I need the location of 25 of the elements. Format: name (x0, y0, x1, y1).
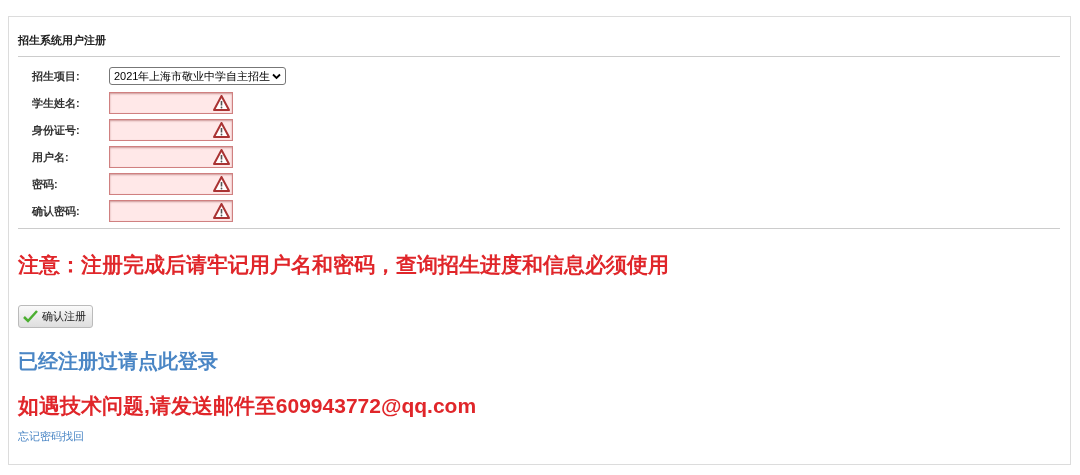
warning-icon (213, 176, 230, 192)
checkmark-icon (23, 309, 38, 323)
form-title: 招生系统用户注册 (18, 33, 106, 48)
forgot-password-link[interactable]: 忘记密码找回 (18, 430, 84, 442)
field-label: 密码: (32, 176, 59, 192)
field-label: 招生项目: (32, 68, 81, 84)
field-label: 确认密码: (32, 203, 81, 219)
project-select[interactable]: 2021年上海市敬业中学自主招生 (109, 67, 287, 85)
warning-icon (213, 122, 230, 138)
warning-icon (213, 203, 230, 219)
input-field[interactable] (109, 119, 233, 141)
login-link[interactable]: 已经注册过请点此登录 (18, 349, 218, 372)
field-label: 用户名: (32, 149, 70, 165)
field-label: 学生姓名: (32, 95, 81, 111)
input-field[interactable] (109, 146, 233, 168)
contact-text: 如遇技术问题,请发送邮件至609943772@qq.com (18, 393, 477, 417)
register-button[interactable]: 确认注册 (18, 304, 93, 328)
notice-text: 注意：注册完成后请牢记用户名和密码，查询招生进度和信息必须使用 (18, 253, 669, 276)
input-field[interactable] (109, 200, 233, 222)
field-label: 身份证号: (32, 122, 81, 138)
warning-icon (213, 149, 230, 165)
input-field[interactable] (109, 92, 233, 114)
chevron-down-icon (272, 72, 282, 80)
warning-icon (213, 95, 230, 111)
input-field[interactable] (109, 173, 233, 195)
